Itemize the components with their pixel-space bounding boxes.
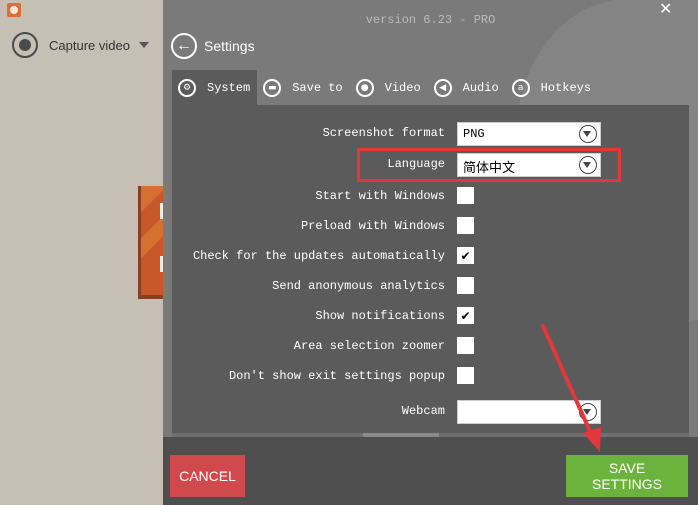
preload-with-windows-checkbox[interactable] <box>457 217 474 234</box>
capture-mode-label: Capture video <box>49 37 130 53</box>
chevron-down-icon <box>579 156 597 174</box>
screenshot-format-label: Screenshot format <box>322 126 445 140</box>
exit-popup-checkbox[interactable] <box>457 367 474 384</box>
webcam-label: Webcam <box>401 404 445 418</box>
version-label: version 6.23 - PRO <box>365 13 496 27</box>
save-settings-button[interactable]: SAVE SETTINGS <box>566 455 688 497</box>
tab-label: Hotkeys <box>540 80 592 95</box>
cancel-button[interactable]: CANCEL <box>170 455 245 497</box>
option-label: Check for the updates automatically <box>192 249 445 263</box>
option-label: Send anonymous analytics <box>272 279 445 293</box>
check-updates-checkbox[interactable]: ✔ <box>457 247 474 264</box>
show-notifications-checkbox[interactable]: ✔ <box>457 307 474 324</box>
speaker-icon: ◀ <box>433 78 452 97</box>
language-label: Language <box>387 157 445 171</box>
option-label: Preload with Windows <box>300 219 445 233</box>
option-row: Send anonymous analytics <box>172 275 689 299</box>
decorative-graphic <box>138 186 163 299</box>
checkmark-icon: ✔ <box>460 248 471 263</box>
app-logo-icon <box>7 3 21 17</box>
tab-hotkeys[interactable]: a Hotkeys <box>506 70 598 105</box>
option-label: Start with Windows <box>315 189 445 203</box>
screenshot-format-select[interactable]: PNG <box>457 122 601 146</box>
folder-icon: ▬ <box>263 78 282 97</box>
area-zoomer-checkbox[interactable] <box>457 337 474 354</box>
arrow-left-icon: ← <box>171 33 197 59</box>
gears-icon: ⚙ <box>178 78 196 97</box>
app-main-panel: Capture video <box>0 0 163 505</box>
webcam-row: Webcam <box>172 400 689 424</box>
option-label: Don't show exit settings popup <box>228 369 445 383</box>
option-row: Preload with Windows <box>172 215 689 239</box>
screenshot-format-value: PNG <box>463 127 485 141</box>
tab-label: Video <box>384 80 421 95</box>
webcam-select[interactable] <box>457 400 601 424</box>
tab-save-to[interactable]: ▬ Save to <box>257 70 349 105</box>
tab-audio[interactable]: ◀ Audio <box>428 70 506 105</box>
send-analytics-checkbox[interactable] <box>457 277 474 294</box>
system-settings-content: Screenshot format PNG Language 简体中文 Star… <box>172 105 689 433</box>
option-row: Area selection zoomer <box>172 335 689 359</box>
record-icon <box>12 32 38 58</box>
settings-panel: version 6.23 - PRO ✕ ← Settings ⚙ System… <box>163 0 698 505</box>
close-icon[interactable]: ✕ <box>659 0 672 19</box>
record-icon: ● <box>355 78 374 97</box>
option-row: Show notifications ✔ <box>172 305 689 329</box>
checkmark-icon: ✔ <box>460 308 471 323</box>
option-row: Don't show exit settings popup <box>172 365 689 389</box>
tab-label: Audio <box>462 80 499 95</box>
option-row: Start with Windows <box>172 185 689 209</box>
back-button[interactable]: ← Settings <box>171 33 255 59</box>
caret-down-icon[interactable] <box>138 42 149 48</box>
tab-system[interactable]: ⚙ System <box>172 70 258 105</box>
tab-video[interactable]: ● Video <box>350 70 428 105</box>
option-row: Check for the updates automatically ✔ <box>172 245 689 269</box>
tab-label: System <box>207 80 251 95</box>
screenshot-format-row: Screenshot format PNG <box>172 122 689 146</box>
capture-mode-selector[interactable]: Capture video <box>12 32 149 58</box>
language-row: Language 简体中文 <box>172 153 689 177</box>
option-label: Area selection zoomer <box>293 339 445 353</box>
language-select[interactable]: 简体中文 <box>457 153 601 177</box>
settings-footer: CANCEL SAVE SETTINGS <box>163 437 698 505</box>
chevron-down-icon <box>579 403 597 421</box>
chevron-down-icon <box>579 125 597 143</box>
settings-tabs: ⚙ System ▬ Save to ● Video ◀ Audio a Hot… <box>172 70 598 105</box>
start-with-windows-checkbox[interactable] <box>457 187 474 204</box>
language-value: 简体中文 <box>463 161 516 176</box>
page-title: Settings <box>204 38 255 54</box>
tab-label: Save to <box>292 80 343 95</box>
key-icon: a <box>511 78 530 97</box>
option-label: Show notifications <box>315 309 445 323</box>
